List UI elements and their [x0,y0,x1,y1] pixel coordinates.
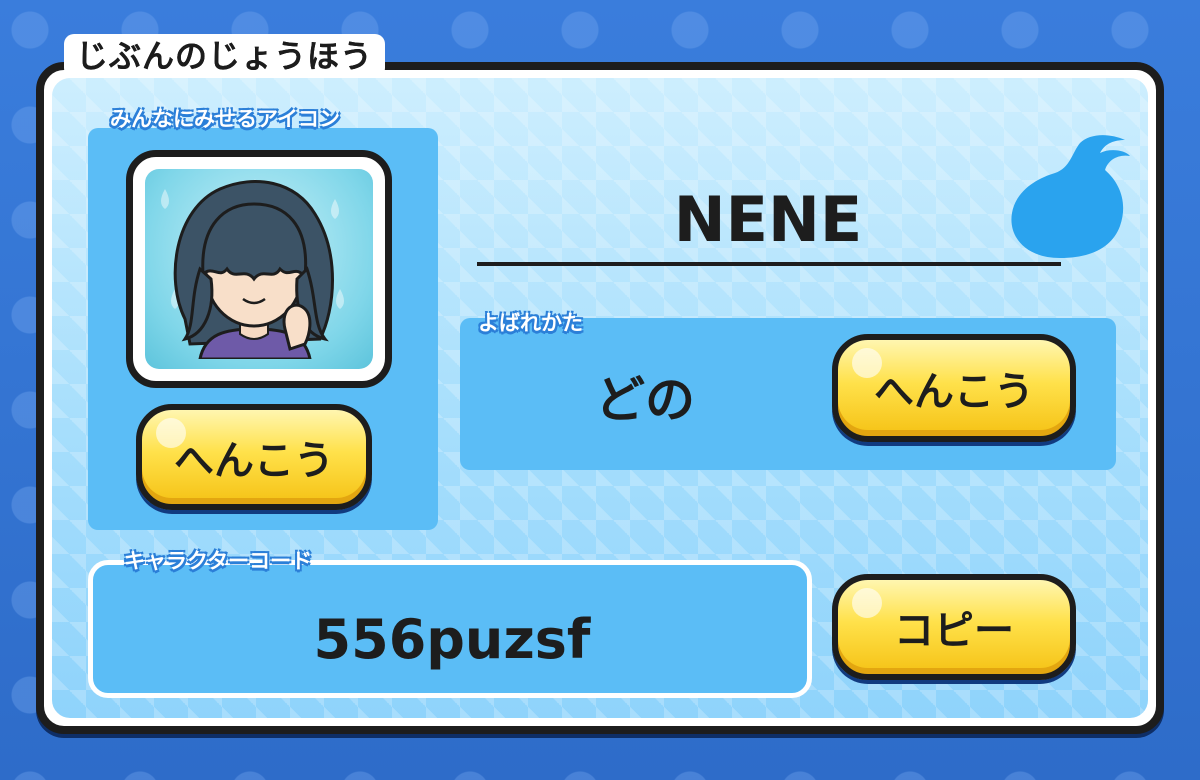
avatar[interactable] [126,150,392,388]
avatar-image [161,179,344,361]
copy-button[interactable]: コピー [832,574,1076,680]
title-section-label: よばれかた [478,311,583,335]
copy-button-label: コピー [894,608,1014,654]
icon-section-label: みんなにみせるアイコン [110,107,340,131]
player-name: NENE [673,183,863,256]
title-value: どの [595,371,695,429]
change-icon-button-label: へんこう [174,438,334,484]
character-code-label: キャラクターコード [124,549,313,573]
avatar-girl-icon [145,169,373,369]
name-underline [477,262,1061,266]
panel-title: じぶんのじょうほう [64,34,386,78]
change-icon-button[interactable]: へんこう [136,404,372,510]
character-code-value: 556puzsf [313,608,591,671]
change-title-button[interactable]: へんこう [832,334,1076,442]
change-title-button-label: へんこう [874,369,1034,415]
ghost-spirit-icon [1011,135,1130,258]
